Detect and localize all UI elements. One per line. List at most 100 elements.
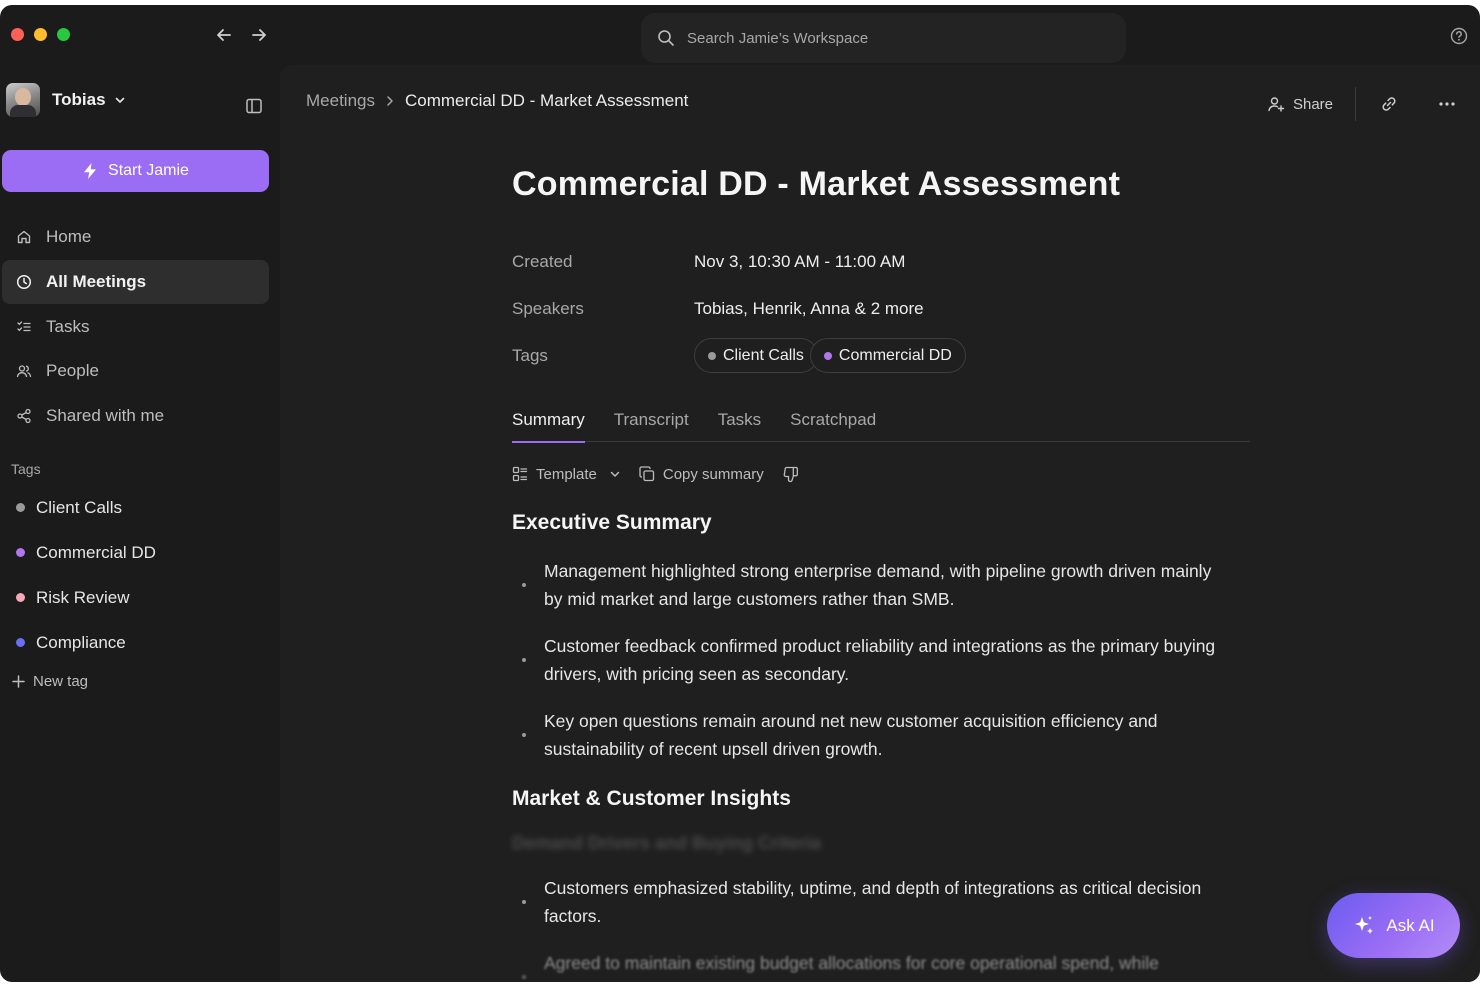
share-label: Share — [1292, 95, 1333, 113]
thumbs-down-button[interactable] — [782, 465, 800, 483]
market-insights-list: Customers emphasized stability, uptime, … — [512, 874, 1232, 979]
breadcrumb-meetings-link[interactable]: Meetings — [306, 91, 375, 111]
help-button[interactable] — [1448, 25, 1470, 47]
link-icon — [1382, 97, 1396, 111]
list-item: Management highlighted strong enterprise… — [512, 557, 1232, 613]
tags-heading: Tags — [11, 461, 41, 477]
tag-chip-label: Client Calls — [723, 346, 804, 364]
subsection-heading: Demand Drivers and Buying Criteria — [512, 833, 822, 853]
template-dropdown[interactable]: Template — [512, 466, 621, 483]
summary-toolbar: Template Copy summary — [512, 465, 800, 483]
plus-icon — [12, 675, 25, 688]
copy-summary-button[interactable]: Copy summary — [639, 466, 764, 483]
new-tag-label: New tag — [33, 673, 89, 690]
share-icon — [16, 408, 32, 424]
sparkle-icon — [1355, 915, 1374, 934]
executive-summary-list: Management highlighted strong enterprise… — [512, 557, 1232, 763]
sidebar-tag-commercial-dd[interactable]: Commercial DD — [2, 530, 269, 575]
sidebar-item-label: All Meetings — [46, 271, 147, 291]
sidebar-tag-risk-review[interactable]: Risk Review — [2, 575, 269, 620]
tag-label: Compliance — [36, 632, 126, 652]
help-icon — [1450, 27, 1468, 45]
tag-chip-commercial-dd[interactable]: Commercial DD — [809, 338, 966, 373]
minimize-window-button[interactable] — [34, 28, 47, 41]
window-controls — [11, 28, 70, 41]
tag-label: Client Calls — [36, 497, 122, 517]
tag-chips: Client Calls Commercial DD — [694, 338, 966, 373]
ask-ai-button[interactable]: Ask AI — [1327, 893, 1460, 958]
tag-color-dot — [708, 351, 716, 360]
template-label: Template — [536, 465, 597, 483]
list-item: Key open questions remain around net new… — [512, 707, 1232, 763]
checklist-icon — [16, 319, 32, 335]
created-label: Created — [512, 251, 573, 271]
arrow-right-icon — [252, 29, 266, 41]
sidebar-tag-compliance[interactable]: Compliance — [2, 620, 269, 665]
arrow-left-icon — [217, 29, 231, 41]
search-bar[interactable] — [641, 13, 1126, 63]
top-actions: Share — [1257, 87, 1462, 121]
close-window-button[interactable] — [11, 28, 24, 41]
share-button[interactable]: Share — [1257, 91, 1343, 117]
sidebar-item-home[interactable]: Home — [2, 215, 269, 259]
sidebar-item-label: Tasks — [46, 316, 90, 336]
more-horizontal-icon — [1439, 102, 1455, 106]
meeting-tabs: Summary Transcript Tasks Scratchpad — [512, 395, 1250, 443]
ask-ai-label: Ask AI — [1386, 915, 1435, 935]
sidebar-item-tasks[interactable]: Tasks — [2, 305, 269, 349]
tag-color-dot — [823, 351, 832, 360]
tab-transcript[interactable]: Transcript — [614, 395, 689, 442]
more-options-button[interactable] — [1432, 89, 1462, 119]
tag-label: Risk Review — [36, 587, 130, 607]
section-heading-market-insights: Market & Customer Insights — [512, 787, 791, 810]
sidebar-item-label: Home — [46, 227, 92, 246]
sidebar-item-all-meetings[interactable]: All Meetings — [2, 259, 269, 304]
forward-button[interactable] — [247, 23, 271, 47]
speakers-label: Speakers — [512, 298, 584, 318]
sidebar-item-people[interactable]: People — [2, 349, 269, 393]
summary-document: Executive Summary Management highlighted… — [512, 511, 1232, 982]
title-bar — [0, 5, 1480, 65]
tab-scratchpad[interactable]: Scratchpad — [790, 395, 876, 442]
home-icon — [16, 229, 32, 245]
list-item: Customer feedback confirmed product reli… — [512, 632, 1232, 688]
tag-color-dot — [16, 503, 25, 512]
meeting-header: Commercial DD - Market Assessment Create… — [512, 165, 1252, 379]
tag-chip-label: Commercial DD — [838, 346, 952, 364]
section-heading-executive-summary: Executive Summary — [512, 511, 712, 534]
tags-row: Tags Client Calls Commercial DD — [512, 332, 1252, 379]
copy-link-button[interactable] — [1374, 89, 1404, 119]
tab-tasks[interactable]: Tasks — [718, 395, 761, 442]
user-name: Tobias — [52, 90, 106, 109]
tab-summary[interactable]: Summary — [512, 395, 585, 443]
user-menu[interactable]: Tobias — [6, 83, 126, 117]
tag-chip-client-calls[interactable]: Client Calls — [694, 338, 818, 373]
back-button[interactable] — [212, 23, 236, 47]
collapse-sidebar-button[interactable] — [244, 96, 264, 116]
chevron-down-icon — [610, 471, 620, 477]
main-panel: Meetings Commercial DD - Market Assessme… — [280, 65, 1480, 982]
breadcrumb: Meetings Commercial DD - Market Assessme… — [306, 91, 688, 111]
new-tag-button[interactable]: New tag — [12, 673, 88, 690]
breadcrumb-current: Commercial DD - Market Assessment — [404, 91, 689, 110]
avatar — [6, 83, 40, 117]
maximize-window-button[interactable] — [57, 28, 70, 41]
chevron-right-icon — [387, 96, 393, 106]
sidebar-item-label: People — [46, 361, 99, 381]
tags-label: Tags — [512, 345, 548, 365]
chevron-down-icon — [115, 97, 124, 103]
created-row: Created Nov 3, 10:30 AM - 11:00 AM — [512, 238, 1252, 285]
list-item: Agreed to maintain existing budget alloc… — [512, 949, 1232, 979]
lightning-icon — [84, 163, 97, 179]
clock-icon — [16, 274, 32, 290]
sidebar-tag-client-calls[interactable]: Client Calls — [2, 485, 269, 530]
start-jamie-button[interactable]: Start Jamie — [2, 150, 269, 192]
sidebar-item-shared[interactable]: Shared with me — [2, 394, 269, 438]
search-input[interactable] — [687, 29, 1067, 47]
speakers-value[interactable]: Tobias, Henrik, Anna & 2 more — [694, 299, 924, 319]
sidebar: Tobias Start Jamie Home All Meetings Tas… — [0, 65, 280, 982]
template-icon — [512, 466, 528, 482]
sidebar-item-label: Shared with me — [46, 406, 165, 426]
page-title: Commercial DD - Market Assessment — [512, 165, 1121, 203]
start-jamie-label: Start Jamie — [108, 162, 189, 179]
